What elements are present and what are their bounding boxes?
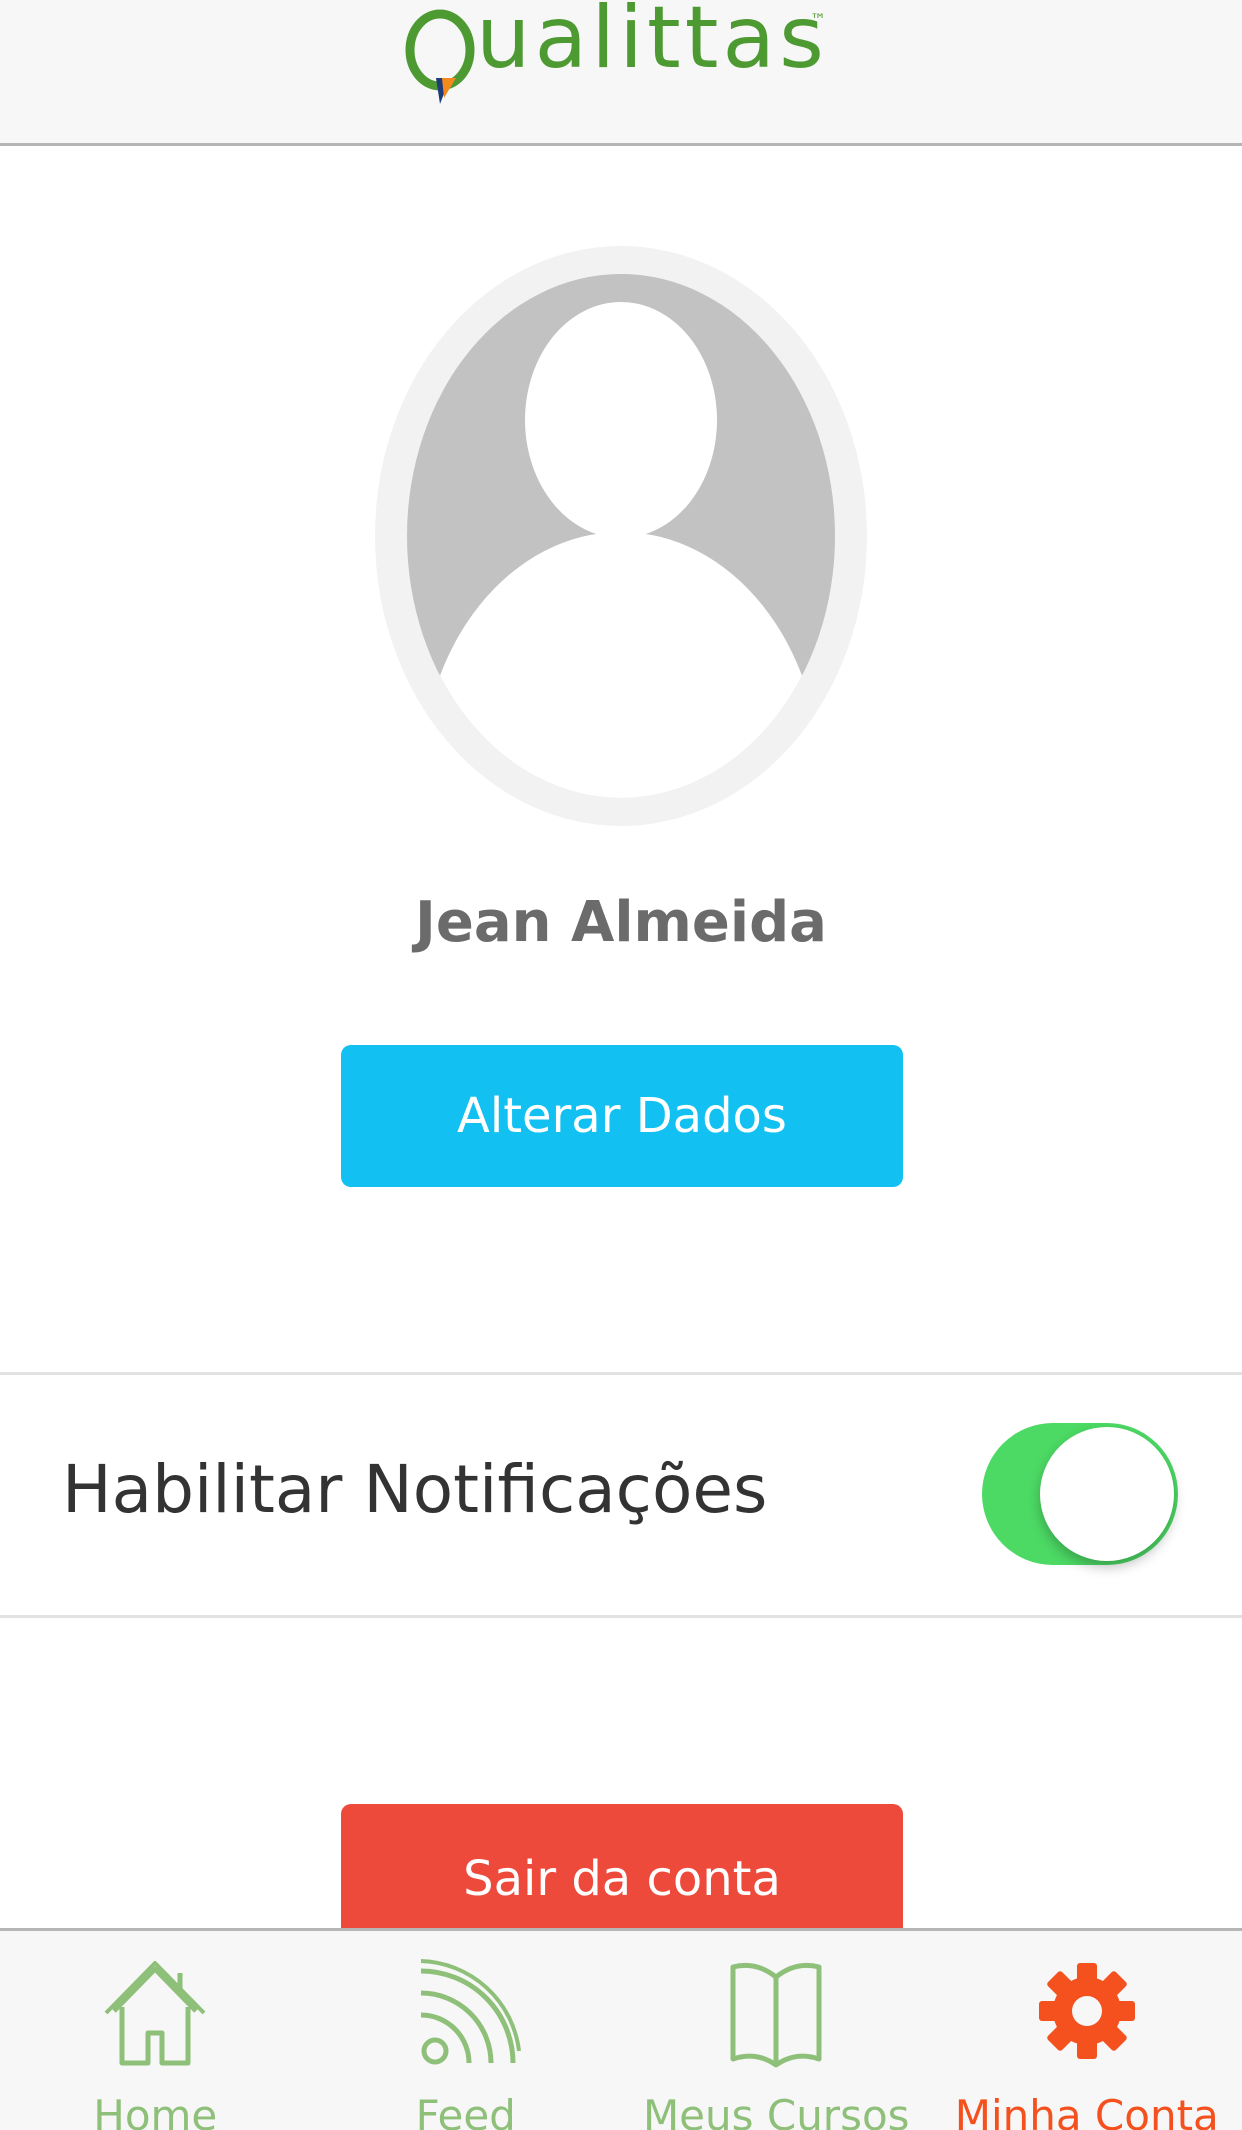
notifications-label: Habilitar Notificações <box>62 1451 768 1528</box>
tab-home-label: Home <box>93 2091 218 2130</box>
qualittas-logo: ualittas ™ <box>400 0 840 110</box>
tab-my-account[interactable]: Minha Conta <box>932 1931 1242 2130</box>
logo-trademark: ™ <box>810 10 826 29</box>
user-silhouette-icon <box>375 246 867 826</box>
logo-q-mark-icon <box>405 9 475 104</box>
home-icon <box>104 1961 206 2066</box>
edit-profile-button[interactable]: Alterar Dados <box>341 1045 903 1187</box>
notifications-toggle[interactable] <box>982 1423 1178 1565</box>
bottom-tab-bar: Home Feed Meus Cursos Minha Conta <box>0 1928 1242 2130</box>
tab-my-courses-label: Meus Cursos <box>642 2091 910 2130</box>
tab-my-courses[interactable]: Meus Cursos <box>621 1931 932 2130</box>
account-screen: ualittas ™ Jean Almeida Alterar Dados Ha… <box>0 0 1242 2130</box>
book-icon <box>730 1962 822 2068</box>
avatar[interactable] <box>372 242 870 830</box>
tab-my-account-label: Minha Conta <box>954 2091 1219 2130</box>
notifications-setting-row: Habilitar Notificações <box>0 1372 1242 1618</box>
logo-text: ualittas <box>476 0 828 88</box>
logout-button[interactable]: Sair da conta <box>341 1804 903 1930</box>
tab-home[interactable]: Home <box>0 1931 311 2130</box>
rss-feed-icon <box>420 1959 521 2065</box>
tab-feed-label: Feed <box>415 2091 516 2130</box>
user-name: Jean Almeida <box>415 890 827 955</box>
toggle-knob <box>1040 1427 1174 1561</box>
app-header: ualittas ™ <box>0 0 1242 146</box>
gear-icon <box>1038 1963 1135 2059</box>
tab-feed[interactable]: Feed <box>311 1931 622 2130</box>
